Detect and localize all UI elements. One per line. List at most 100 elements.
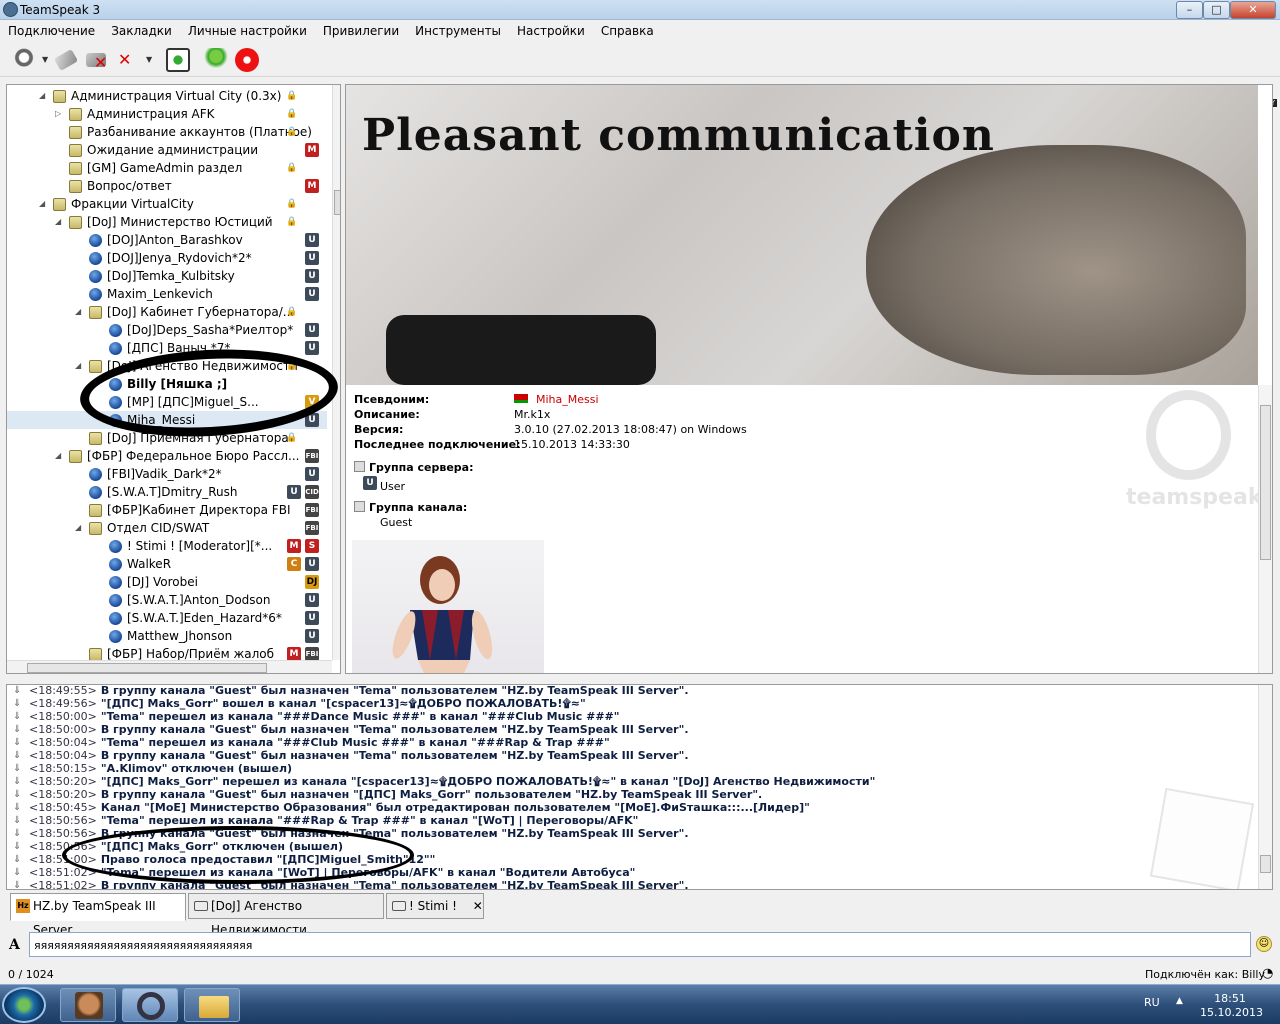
chat-input[interactable]: яяяяяяяяяяяяяяяяяяяяяяяяяяяяяяяяя	[29, 932, 1251, 957]
tree-channel[interactable]: [GM] GameAdmin раздел 🔒	[7, 159, 327, 177]
maximize-button[interactable]: □	[1203, 1, 1230, 19]
group-badge-icon: FBI	[305, 503, 319, 517]
tree-item-label: Разбанивание аккаунтов (Платное)	[87, 125, 312, 139]
self-icon[interactable]	[204, 48, 228, 72]
tab-server[interactable]: Hz HZ.by TeamSpeak III Server	[10, 893, 186, 937]
tree-item-label: [ФБР] Федеральное Бюро Рассл...	[87, 449, 300, 463]
taskbar-app-avatar[interactable]	[60, 988, 116, 1022]
teamspeak-logo-icon: teamspeak3	[1126, 390, 1272, 520]
taskbar: RU ▲ 18:51 15.10.2013	[0, 984, 1280, 1024]
menu-help[interactable]: Справка	[593, 21, 662, 38]
tree-user[interactable]: [FBI]Vadik_Dark*2* U	[7, 465, 327, 483]
chevron-down-icon[interactable]: ▼	[146, 55, 152, 64]
tree-user[interactable]: [S.W.A.T.]Anton_Dodson U	[7, 591, 327, 609]
log-scroll-thumb[interactable]	[1260, 855, 1271, 873]
language-indicator[interactable]: RU	[1144, 996, 1160, 1009]
expand-arrow-icon[interactable]: ◢	[55, 447, 61, 465]
notepad-watermark-icon	[1149, 787, 1255, 889]
tree-user[interactable]: [DoJ]Temka_Kulbitsky U	[7, 267, 327, 285]
tree-channel[interactable]: ◢ [DoJ] Министерство Юстиций 🔒	[7, 213, 327, 231]
log-entry: ⇓ <18:50:04> В группу канала "Guest" был н…	[7, 749, 1257, 762]
tree-channel[interactable]: Разбанивание аккаунтов (Платное) 🔒	[7, 123, 327, 141]
tab-private-chat[interactable]: ! Stimi ! ✕	[386, 893, 484, 919]
close-button[interactable]: ✕	[1230, 1, 1276, 19]
expand-arrow-icon[interactable]: ◢	[55, 213, 61, 231]
start-button[interactable]	[2, 987, 46, 1023]
minimize-button[interactable]: –	[1176, 1, 1203, 19]
menu-bookmarks[interactable]: Закладки	[103, 21, 180, 38]
tree-channel[interactable]: [ФБР]Кабинет Директора FBI FBI	[7, 501, 327, 519]
tree-channel[interactable]: Вопрос/ответ M	[7, 177, 327, 195]
group-badge-icon: M	[305, 143, 319, 157]
event-arrow-icon: ⇓	[13, 750, 22, 761]
tree-item-label: [DoJ]Temka_Kulbitsky	[107, 269, 235, 283]
expand-arrow-icon[interactable]: ◢	[39, 87, 45, 105]
channel-group-value: Guest	[380, 516, 413, 529]
menu-permissions[interactable]: Привилегии	[315, 21, 407, 38]
teamspeak-hotkey-icon[interactable]	[235, 48, 259, 72]
tree-user[interactable]: [DoJ]Deps_Sasha*Риелтор* U	[7, 321, 327, 339]
tree-channel[interactable]: ◢ Отдел CID/SWAT FBI	[7, 519, 327, 537]
tree-user[interactable]: WalkeR U C	[7, 555, 327, 573]
emoticon-icon[interactable]: ☺	[1256, 936, 1272, 952]
group-badge-icon: CID	[305, 485, 319, 499]
menu-personal-settings[interactable]: Личные настройки	[180, 21, 315, 38]
tree-scrollbar[interactable]	[332, 85, 340, 660]
lock-icon: 🔒	[286, 433, 298, 443]
event-arrow-icon: ⇓	[13, 737, 22, 748]
bookmark-icon[interactable]	[53, 48, 79, 72]
clock[interactable]: 18:51 15.10.2013	[1200, 992, 1263, 1020]
tree-channel[interactable]: Ожидание администрации M	[7, 141, 327, 159]
log-message: В группу канала "Guest" был назначен "Te…	[100, 723, 689, 736]
tree-hscroll-thumb[interactable]	[27, 663, 267, 673]
channel-icon	[53, 198, 66, 211]
collapse-arrow-icon[interactable]: ▷	[55, 105, 61, 123]
log-timestamp: <18:50:15>	[29, 762, 97, 775]
info-scrollbar[interactable]	[1258, 385, 1272, 673]
away-icon[interactable]	[166, 48, 190, 72]
expand-arrow-icon[interactable]: ◢	[75, 519, 81, 537]
tab-channel[interactable]: [DoJ] Агенство Недвижимости	[188, 893, 384, 937]
tree-user[interactable]: [S.W.A.T]Dmitry_Rush CID U	[7, 483, 327, 501]
disconnect-icon[interactable]: ✕	[86, 53, 107, 72]
taskbar-explorer[interactable]	[184, 988, 240, 1022]
menu-tools[interactable]: Инструменты	[407, 21, 509, 38]
menu-connection[interactable]: Подключение	[0, 21, 103, 38]
log-text: <18:51:02> В группу канала "Guest" был на…	[29, 879, 689, 889]
tray-expand-icon[interactable]: ▲	[1176, 996, 1183, 1006]
tree-user[interactable]: [DJ] Vorobei DJ	[7, 573, 327, 591]
group-badge-icon: M	[287, 539, 301, 553]
tree-user[interactable]: [DOJ]Anton_Barashkov U	[7, 231, 327, 249]
taskbar-teamspeak[interactable]	[122, 988, 178, 1022]
tab-close-icon[interactable]: ✕	[473, 899, 483, 913]
tree-channel[interactable]: ◢ Администрация Virtual City (0.3x) 🔒	[7, 87, 327, 105]
user-status-icon	[109, 576, 122, 589]
tree-user[interactable]: [DOJ]Jenya_Rydovich*2* U	[7, 249, 327, 267]
log-text: <18:50:00> "Tema" перешел из канала "###D…	[29, 710, 620, 723]
tree-channel[interactable]: ▷ Администрация AFK 🔒	[7, 105, 327, 123]
tree-hscrollbar[interactable]	[7, 660, 332, 673]
group-badge-icon: U	[305, 323, 319, 337]
chevron-down-icon[interactable]: ▼	[42, 55, 48, 64]
group-badge-icon: FBI	[305, 647, 319, 661]
expand-arrow-icon[interactable]: ◢	[75, 303, 81, 321]
tree-user[interactable]: Matthew_Jhonson U	[7, 627, 327, 645]
tree-channel[interactable]: ◢ [ФБР] Федеральное Бюро Рассл... FBI	[7, 447, 327, 465]
expand-arrow-icon[interactable]: ◢	[39, 195, 45, 213]
tree-channel[interactable]: ◢ Фракции VirtualCity 🔒	[7, 195, 327, 213]
text-format-icon[interactable]: A	[9, 937, 20, 953]
tree-user[interactable]: ! Stimi ! [Moderator][*... S M	[7, 537, 327, 555]
tree-user[interactable]: Maxim_Lenkevich U	[7, 285, 327, 303]
menu-settings[interactable]: Настройки	[509, 21, 593, 38]
info-scroll-thumb[interactable]	[1260, 405, 1271, 560]
log-text: <18:50:04> "Tema" перешел из канала "###C…	[29, 736, 610, 749]
tree-scroll-thumb[interactable]	[334, 190, 340, 215]
tree-user[interactable]: [S.W.A.T.]Eden_Hazard*6* U	[7, 609, 327, 627]
log-scrollbar[interactable]	[1258, 685, 1272, 889]
last-connection-label: Последнее подключение:	[354, 438, 521, 451]
connect-icon[interactable]	[12, 48, 36, 72]
expand-arrow-icon[interactable]: ◢	[75, 357, 81, 375]
mute-icon[interactable]: ✕	[118, 50, 138, 70]
teamspeak-app-icon	[3, 2, 18, 17]
tree-channel[interactable]: ◢ [DoJ] Кабинет Губернатора/... 🔒	[7, 303, 327, 321]
